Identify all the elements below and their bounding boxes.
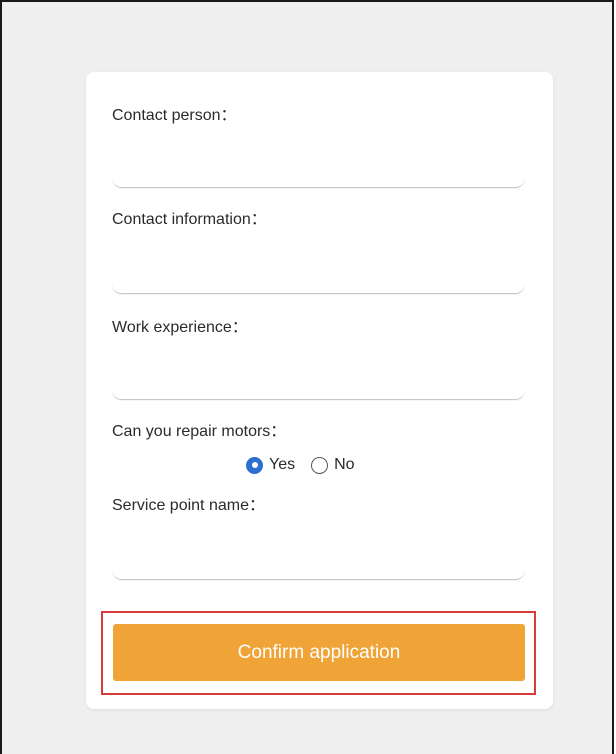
radio-option-no[interactable]: No (311, 456, 355, 474)
radio-no-label: No (334, 456, 355, 473)
work-experience-input[interactable] (112, 344, 525, 400)
radio-yes-label: Yes (269, 456, 296, 473)
contact-information-input[interactable] (112, 238, 525, 294)
app-frame: Contact person： Contact information： Wor… (0, 0, 614, 754)
work-experience-label: Work experience： (112, 319, 248, 336)
radio-unchecked-icon[interactable] (311, 456, 329, 474)
service-point-name-input[interactable] (112, 524, 525, 580)
contact-person-label: Contact person： (112, 107, 237, 124)
repair-motors-radio-group: Yes No (246, 454, 371, 476)
repair-motors-label: Can you repair motors： (112, 423, 287, 440)
radio-checked-icon[interactable] (246, 456, 263, 474)
confirm-application-button[interactable]: Confirm application (113, 624, 525, 681)
service-point-name-label: Service point name： (112, 497, 265, 514)
contact-information-label: Contact information： (112, 211, 267, 228)
contact-person-input[interactable] (112, 132, 525, 188)
radio-option-yes[interactable]: Yes (246, 456, 295, 474)
